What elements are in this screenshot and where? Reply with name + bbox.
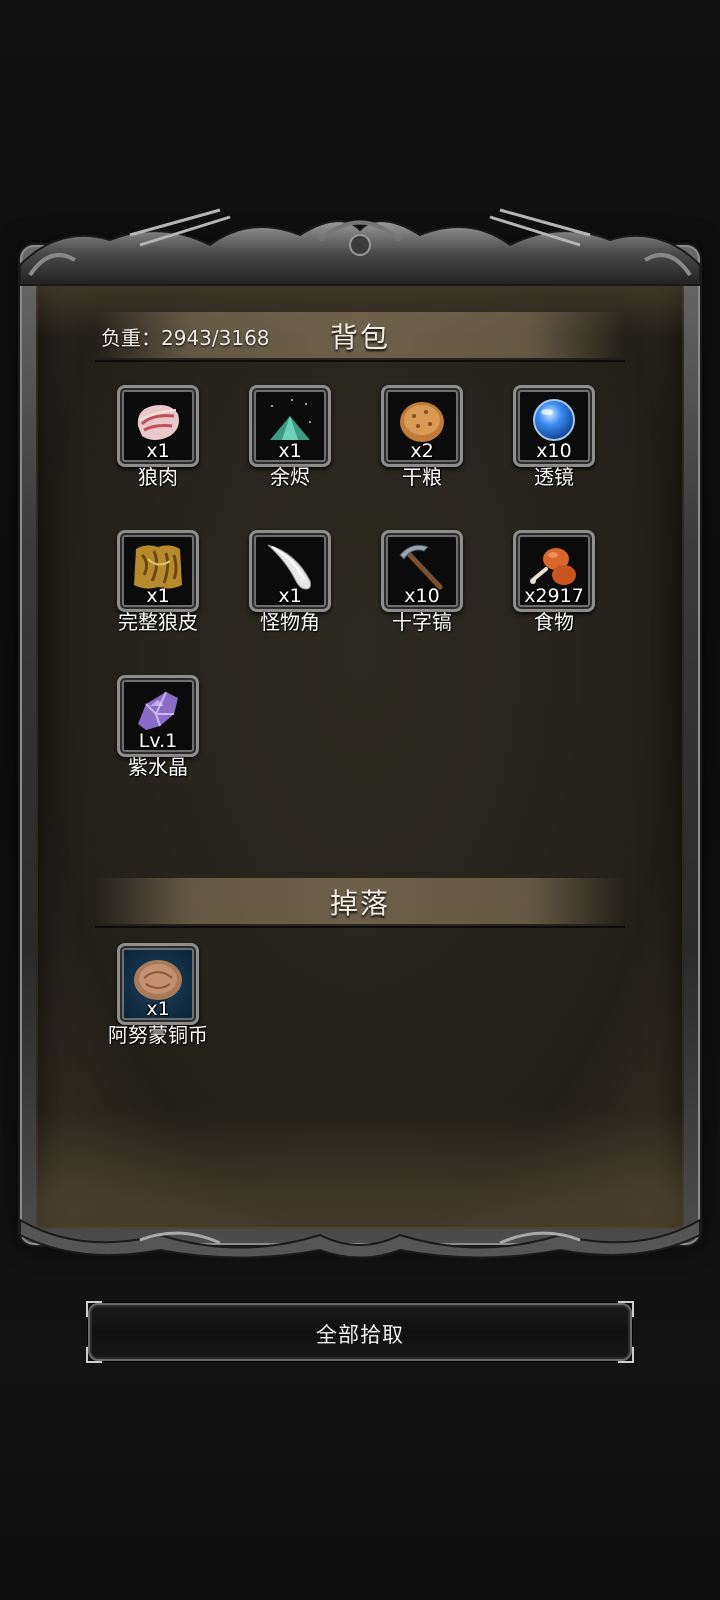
item-slot[interactable]: x1: [117, 530, 199, 612]
item-slot[interactable]: x1: [117, 943, 199, 1025]
frame-top-ornament: [20, 208, 700, 286]
item-count: x2917: [524, 585, 584, 607]
inventory-item[interactable]: x2 干粮: [374, 385, 470, 495]
inventory-item[interactable]: x10 透镜: [506, 385, 602, 495]
item-name: 紫水晶: [128, 755, 188, 779]
drops-title: 掉落: [329, 887, 390, 920]
inventory-item[interactable]: Lv.1 紫水晶: [110, 675, 206, 785]
item-count: x1: [146, 585, 170, 607]
item-name: 食物: [534, 610, 574, 634]
item-name: 完整狼皮: [118, 610, 198, 634]
item-count: x1: [278, 440, 302, 462]
button-corner-ornament: [86, 1347, 102, 1363]
drops-header: 掉落: [95, 874, 625, 928]
item-slot[interactable]: x2917: [513, 530, 595, 612]
backpack-title: 背包: [329, 321, 390, 354]
inventory-item[interactable]: x1 狼肉: [110, 385, 206, 495]
item-name: 透镜: [534, 465, 574, 489]
item-name: 十字镐: [392, 610, 452, 634]
item-slot[interactable]: x2: [381, 385, 463, 467]
header-divider: [95, 926, 625, 928]
item-name: 怪物角: [260, 610, 320, 634]
item-slot[interactable]: x1: [117, 385, 199, 467]
inventory-item[interactable]: x1 怪物角: [242, 530, 338, 640]
loot-screen: 负重：2943/3168 背包 x1 狼肉 x1 余烬 x2 干粮 x10 透镜…: [0, 0, 720, 1600]
inventory-item[interactable]: x1 余烬: [242, 385, 338, 495]
inventory-item[interactable]: x10 十字镐: [374, 530, 470, 640]
item-name: 狼肉: [138, 465, 178, 489]
item-level: Lv.1: [138, 730, 178, 752]
button-corner-ornament: [618, 1301, 634, 1317]
item-name: 阿努蒙铜币: [108, 1023, 208, 1047]
drop-item[interactable]: x1 阿努蒙铜币: [108, 943, 208, 1053]
backpack-header: 负重：2943/3168 背包: [95, 308, 625, 362]
item-name: 余烬: [270, 465, 310, 489]
item-slot[interactable]: x10: [513, 385, 595, 467]
item-count: x1: [146, 998, 170, 1020]
frame-bottom-ornament: [20, 1218, 700, 1259]
item-name: 干粮: [402, 465, 442, 489]
item-slot[interactable]: x10: [381, 530, 463, 612]
item-slot[interactable]: x1: [249, 530, 331, 612]
collect-all-button[interactable]: 全部拾取: [86, 1301, 634, 1363]
item-slot[interactable]: Lv.1: [117, 675, 199, 757]
item-count: x1: [278, 585, 302, 607]
inventory-item[interactable]: x1 完整狼皮: [110, 530, 206, 640]
collect-all-label: 全部拾取: [316, 1323, 404, 1347]
item-count: x10: [536, 440, 572, 462]
item-count: x2: [410, 440, 434, 462]
button-corner-ornament: [618, 1347, 634, 1363]
header-divider: [95, 360, 625, 362]
item-slot[interactable]: x1: [249, 385, 331, 467]
item-count: x10: [404, 585, 440, 607]
item-count: x1: [146, 440, 170, 462]
button-corner-ornament: [86, 1301, 102, 1317]
inventory-item[interactable]: x2917 食物: [506, 530, 602, 640]
